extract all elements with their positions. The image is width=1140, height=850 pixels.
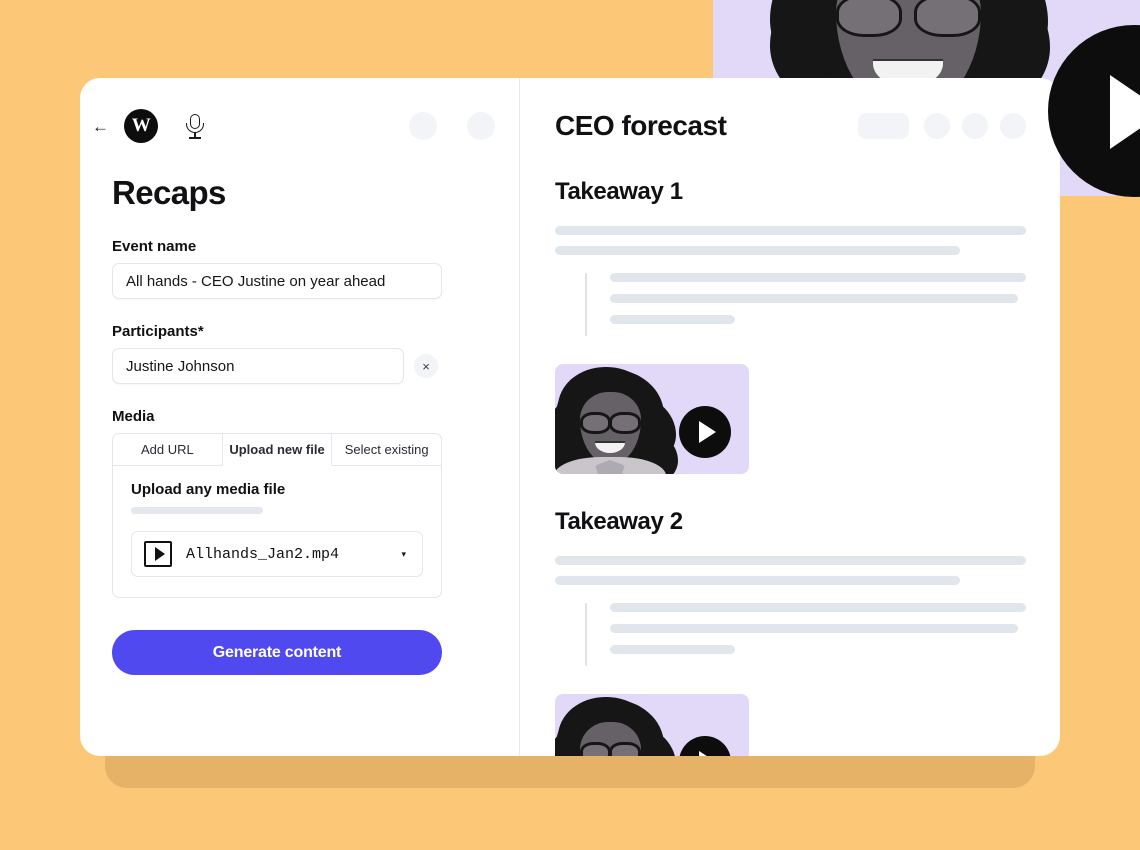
chevron-down-icon[interactable]: ▾ bbox=[401, 549, 406, 560]
participants-label: Participants* bbox=[112, 323, 204, 340]
form-body: Recaps Event name All hands - CEO Justin… bbox=[80, 148, 519, 675]
participants-field-group: Participants* Justine Johnson × bbox=[112, 323, 487, 384]
takeaway-title: Takeaway 1 bbox=[555, 178, 683, 205]
video-play-button[interactable] bbox=[679, 736, 731, 756]
media-tabs: Add URL Upload new file Select existing bbox=[112, 433, 443, 466]
quote-text-placeholder bbox=[610, 603, 1026, 612]
topbar-action-button-1[interactable] bbox=[409, 112, 437, 140]
body-text-placeholder bbox=[555, 226, 1026, 235]
play-triangle-icon bbox=[699, 751, 716, 756]
left-topbar: ← W bbox=[80, 104, 519, 148]
quote-text-placeholder bbox=[610, 624, 1018, 633]
avatar-circle-button[interactable] bbox=[1000, 113, 1026, 139]
document-pane: CEO forecast Takeaway 1 Takeaway 2 bbox=[520, 78, 1060, 756]
tab-add-url[interactable]: Add URL bbox=[112, 433, 222, 466]
app-logo[interactable]: W bbox=[124, 109, 158, 143]
quote-rule bbox=[585, 273, 587, 336]
quote-text-placeholder bbox=[610, 273, 1026, 282]
quote-block bbox=[555, 603, 1026, 666]
body-text-placeholder bbox=[555, 246, 961, 255]
topbar-action-button-2[interactable] bbox=[467, 112, 495, 140]
event-name-input[interactable]: All hands - CEO Justine on year ahead bbox=[112, 263, 442, 299]
body-text-placeholder bbox=[555, 576, 961, 585]
video-file-icon bbox=[144, 541, 172, 567]
video-portrait-image bbox=[555, 696, 671, 756]
form-pane: ← W Recaps Event name All hands - CEO Ju… bbox=[80, 78, 520, 756]
video-play-button[interactable] bbox=[679, 406, 731, 458]
microphone-icon[interactable] bbox=[184, 113, 206, 139]
quote-block bbox=[555, 273, 1026, 336]
play-triangle-icon bbox=[699, 421, 716, 443]
upload-hint-placeholder bbox=[131, 507, 263, 514]
page-title: Recaps bbox=[112, 174, 226, 211]
play-triangle-icon bbox=[1110, 75, 1140, 149]
back-arrow-icon[interactable]: ← bbox=[92, 118, 109, 135]
media-label: Media bbox=[112, 408, 155, 425]
document-header: CEO forecast bbox=[555, 104, 1026, 148]
media-tab-panel: Upload any media file Allhands_Jan2.mp4 … bbox=[112, 465, 442, 598]
participants-input[interactable]: Justine Johnson bbox=[112, 348, 404, 384]
document-title: CEO forecast bbox=[555, 110, 727, 141]
tab-upload-new-file[interactable]: Upload new file bbox=[221, 433, 333, 466]
logo-letter: W bbox=[131, 115, 151, 136]
video-thumbnail-card[interactable] bbox=[555, 694, 749, 756]
remove-participant-button[interactable]: × bbox=[414, 354, 438, 378]
event-name-field-group: Event name All hands - CEO Justine on ye… bbox=[112, 238, 487, 299]
quote-text-placeholder bbox=[610, 294, 1018, 303]
app-window: ← W Recaps Event name All hands - CEO Ju… bbox=[80, 78, 1060, 756]
quote-text-placeholder bbox=[610, 645, 735, 654]
media-field-group: Media Add URL Upload new file Select exi… bbox=[112, 408, 487, 598]
quote-rule bbox=[585, 603, 587, 666]
selected-file-name: Allhands_Jan2.mp4 bbox=[186, 545, 340, 563]
more-circle-button[interactable] bbox=[962, 113, 988, 139]
selected-file-row[interactable]: Allhands_Jan2.mp4 ▾ bbox=[131, 531, 423, 577]
generate-content-button[interactable]: Generate content bbox=[112, 630, 442, 675]
video-portrait-image bbox=[555, 366, 671, 474]
takeaway-section: Takeaway 2 bbox=[555, 508, 1026, 756]
tab-select-existing[interactable]: Select existing bbox=[332, 433, 443, 466]
upload-panel-heading: Upload any media file bbox=[131, 481, 286, 498]
event-name-label: Event name bbox=[112, 238, 197, 255]
quote-text-placeholder bbox=[610, 315, 735, 324]
comment-circle-button[interactable] bbox=[924, 113, 950, 139]
video-thumbnail-card[interactable] bbox=[555, 364, 749, 474]
takeaway-section: Takeaway 1 bbox=[555, 178, 1026, 474]
takeaway-title: Takeaway 2 bbox=[555, 508, 683, 535]
share-pill-button[interactable] bbox=[858, 113, 909, 139]
body-text-placeholder bbox=[555, 556, 1026, 565]
